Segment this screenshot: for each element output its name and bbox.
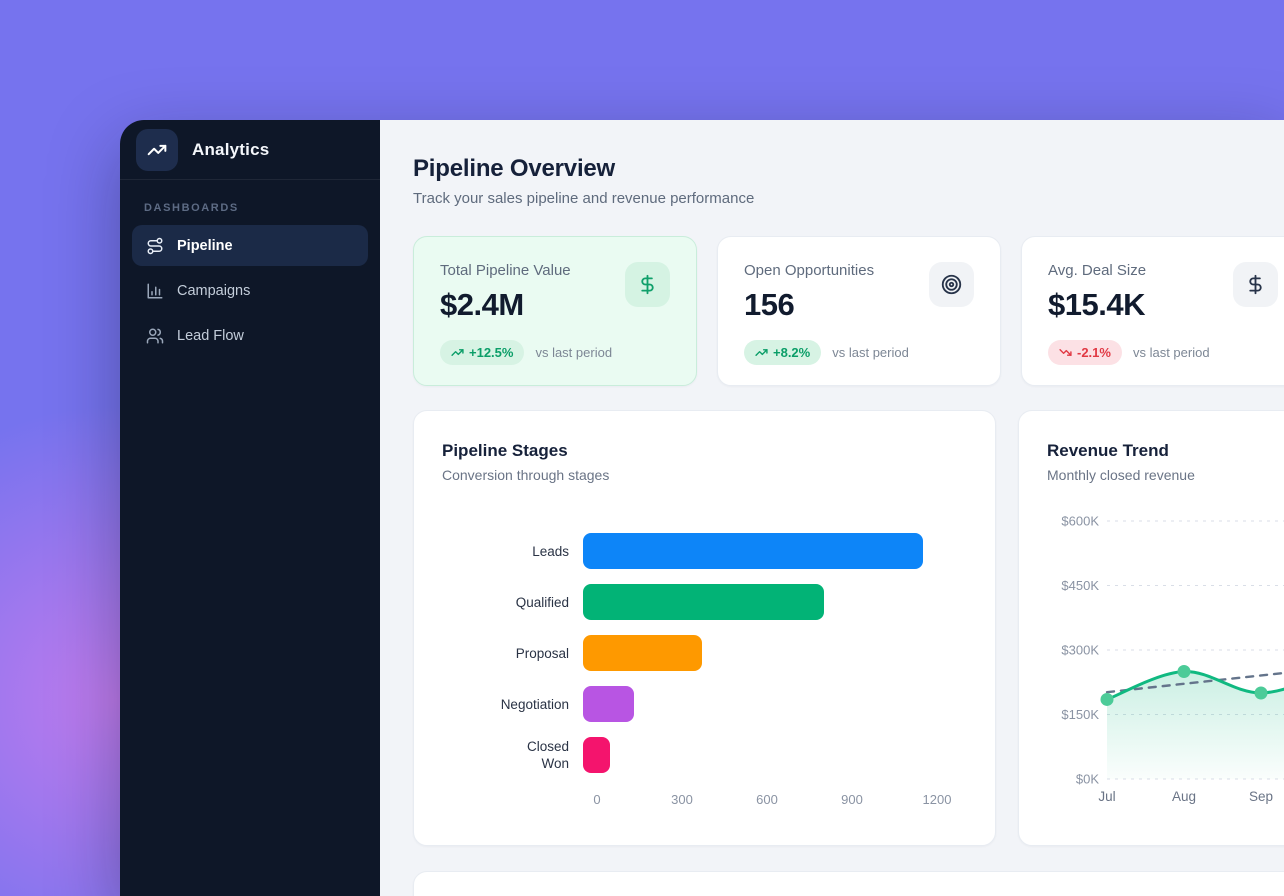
sidebar-item-label: Lead Flow bbox=[177, 328, 244, 344]
bar-negotiation bbox=[583, 686, 634, 722]
x-axis-tick: Jul bbox=[1098, 789, 1115, 804]
kpi-card-avg-deal-size: Avg. Deal Size $15.4K -2.1% vs last peri… bbox=[1021, 236, 1284, 386]
bar-chart: Leads Qualified Proposal Negotiation Closed … bbox=[442, 533, 967, 773]
chart-subtitle: Conversion through stages bbox=[442, 467, 967, 483]
bar-row-closed-won: Closed Won bbox=[442, 737, 967, 773]
x-axis-tick: 900 bbox=[841, 792, 863, 807]
bar-row-negotiation: Negotiation bbox=[442, 686, 967, 722]
bar-proposal bbox=[583, 635, 702, 671]
charts-row: Pipeline Stages Conversion through stage… bbox=[413, 410, 1284, 846]
kpi-compare-label: vs last period bbox=[1133, 345, 1210, 360]
page-subtitle: Track your sales pipeline and revenue pe… bbox=[413, 189, 1284, 209]
sidebar-section-dashboards: DASHBOARDS Pipeline Campaigns Lead Flow bbox=[120, 180, 380, 360]
x-axis-tick: Aug bbox=[1172, 789, 1196, 804]
x-axis-tick: 600 bbox=[756, 792, 778, 807]
sidebar: Analytics DASHBOARDS Pipeline Campaigns bbox=[120, 120, 380, 896]
y-axis-tick: $450K bbox=[1061, 578, 1099, 593]
bar-category-label: Leads bbox=[442, 543, 583, 560]
kpi-card-total-pipeline-value: Total Pipeline Value $2.4M +12.5% vs las… bbox=[413, 236, 697, 386]
users-icon bbox=[146, 327, 164, 345]
sidebar-header: Analytics bbox=[120, 120, 380, 180]
revenue-trend-card: Revenue Trend Monthly closed revenue $60… bbox=[1018, 410, 1284, 846]
kpi-row: Total Pipeline Value $2.4M +12.5% vs las… bbox=[413, 236, 1284, 386]
kpi-compare-label: vs last period bbox=[832, 345, 909, 360]
sidebar-item-label: Pipeline bbox=[177, 238, 233, 254]
sidebar-item-label: Campaigns bbox=[177, 283, 250, 299]
app-window: Analytics DASHBOARDS Pipeline Campaigns bbox=[120, 120, 1284, 896]
sidebar-item-pipeline[interactable]: Pipeline bbox=[132, 225, 368, 266]
bottom-card bbox=[413, 871, 1284, 896]
y-axis-tick: $0K bbox=[1076, 772, 1099, 787]
bar-category-label: Proposal bbox=[442, 645, 583, 662]
bar-category-label: Qualified bbox=[442, 594, 583, 611]
line-chart: $600K $450K $300K $150K $0K Jul Aug Sep bbox=[1047, 505, 1284, 817]
data-point-jul bbox=[1101, 693, 1114, 706]
y-axis-tick: $150K bbox=[1061, 707, 1099, 722]
kpi-compare-label: vs last period bbox=[535, 345, 612, 360]
y-axis-tick: $600K bbox=[1061, 514, 1099, 529]
bar-category-label: Closed Won bbox=[442, 738, 583, 772]
target-icon bbox=[929, 262, 974, 307]
kpi-footer: +8.2% vs last period bbox=[744, 340, 974, 365]
route-icon bbox=[146, 237, 164, 255]
bar-category-label: Negotiation bbox=[442, 696, 583, 713]
bar-chart-icon bbox=[146, 282, 164, 300]
kpi-footer: -2.1% vs last period bbox=[1048, 340, 1278, 365]
dollar-icon bbox=[625, 262, 670, 307]
chart-title: Pipeline Stages bbox=[442, 441, 967, 461]
trending-up-icon bbox=[755, 346, 768, 359]
bar-row-leads: Leads bbox=[442, 533, 967, 569]
delta-badge: +12.5% bbox=[440, 340, 524, 365]
dollar-icon bbox=[1233, 262, 1278, 307]
data-point-sep bbox=[1255, 687, 1268, 700]
chart-title: Revenue Trend bbox=[1047, 441, 1284, 461]
x-axis-tick: 0 bbox=[593, 792, 600, 807]
x-axis-tick: 1200 bbox=[923, 792, 952, 807]
bar-row-proposal: Proposal bbox=[442, 635, 967, 671]
sidebar-item-lead-flow[interactable]: Lead Flow bbox=[132, 315, 368, 356]
chart-subtitle: Monthly closed revenue bbox=[1047, 467, 1284, 483]
analytics-logo-icon bbox=[136, 129, 178, 171]
page-title: Pipeline Overview bbox=[413, 155, 1284, 183]
bar-qualified bbox=[583, 584, 824, 620]
trending-up-icon bbox=[451, 346, 464, 359]
data-point-aug bbox=[1178, 665, 1191, 678]
kpi-footer: +12.5% vs last period bbox=[440, 340, 670, 365]
delta-badge: -2.1% bbox=[1048, 340, 1122, 365]
delta-badge: +8.2% bbox=[744, 340, 821, 365]
trending-down-icon bbox=[1059, 346, 1072, 359]
x-axis-tick: 300 bbox=[671, 792, 693, 807]
app-title: Analytics bbox=[192, 140, 269, 160]
y-axis-tick: $300K bbox=[1061, 643, 1099, 658]
pipeline-stages-card: Pipeline Stages Conversion through stage… bbox=[413, 410, 996, 846]
bar-chart-x-axis: 03006009001200 bbox=[597, 792, 937, 810]
x-axis-tick: Sep bbox=[1249, 789, 1273, 804]
bar-closed-won bbox=[583, 737, 610, 773]
kpi-card-open-opportunities: Open Opportunities 156 +8.2% vs last per… bbox=[717, 236, 1001, 386]
trending-up-icon bbox=[147, 140, 167, 160]
main-content: Pipeline Overview Track your sales pipel… bbox=[380, 120, 1284, 896]
bar-row-qualified: Qualified bbox=[442, 584, 967, 620]
sidebar-item-campaigns[interactable]: Campaigns bbox=[132, 270, 368, 311]
sidebar-section-label: DASHBOARDS bbox=[144, 202, 368, 214]
bar-leads bbox=[583, 533, 923, 569]
